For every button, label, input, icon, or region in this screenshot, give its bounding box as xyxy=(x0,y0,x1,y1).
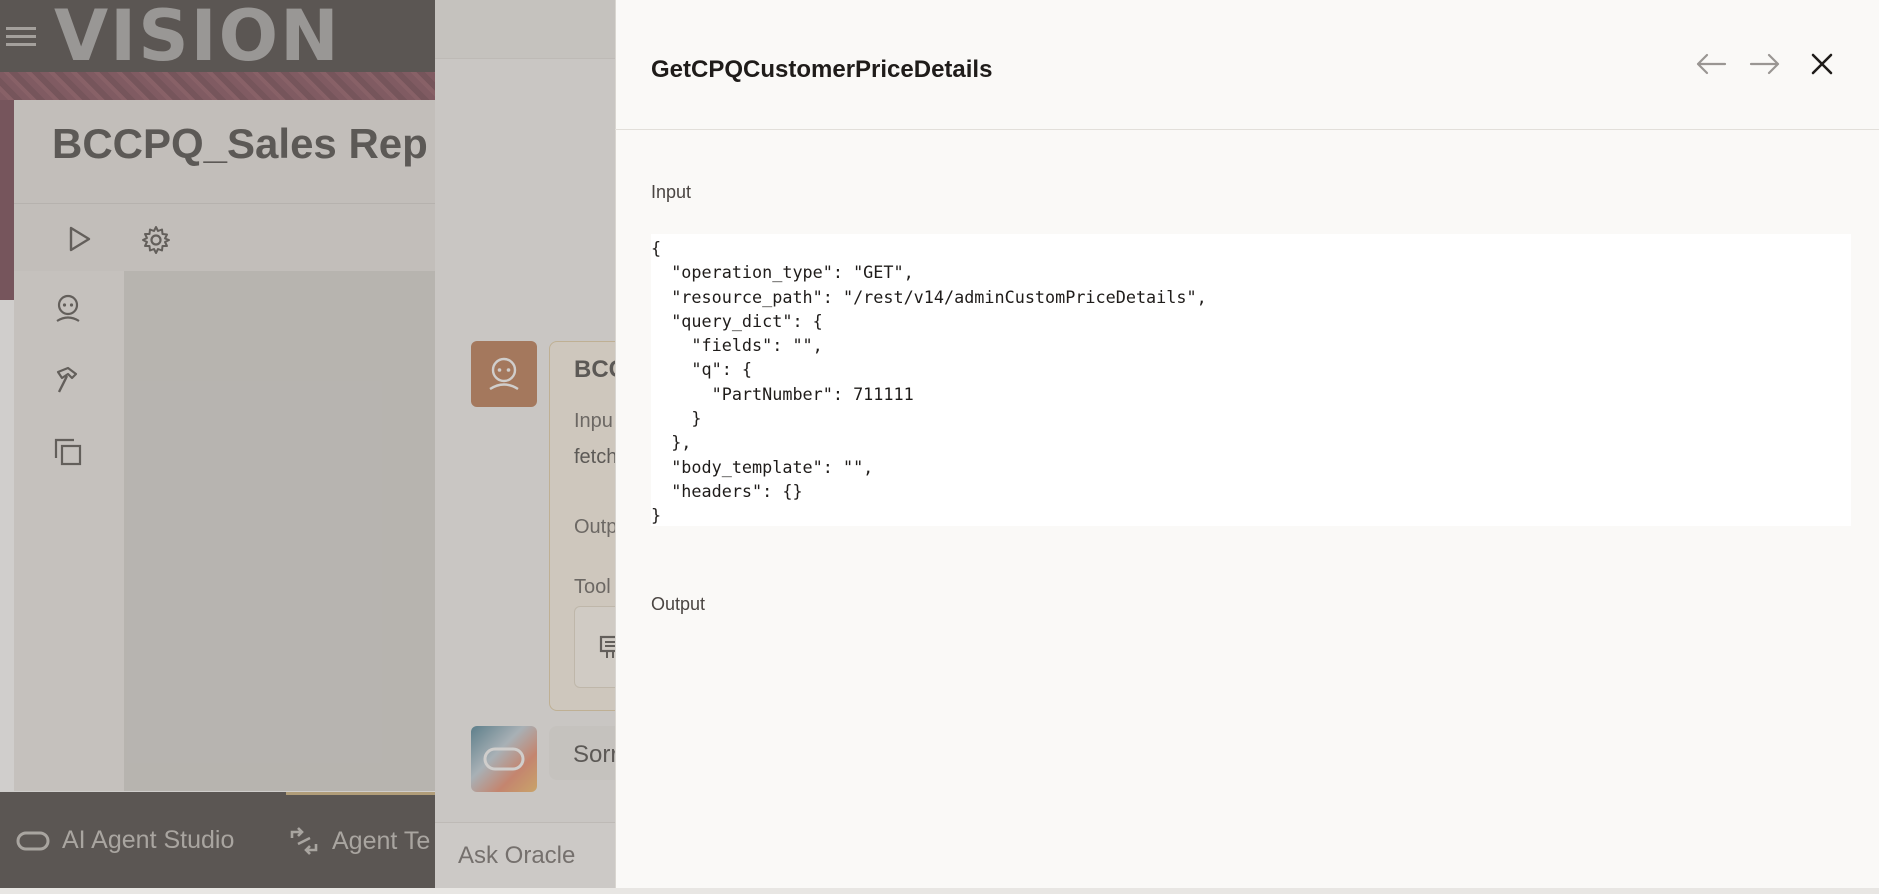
close-icon[interactable] xyxy=(1806,48,1838,80)
modal-overlay[interactable] xyxy=(0,0,615,888)
input-code: { "operation_type": "GET", "resource_pat… xyxy=(651,238,1207,526)
arrow-left-icon[interactable] xyxy=(1694,50,1728,78)
arrow-right-icon[interactable] xyxy=(1748,50,1782,78)
window-bottom-edge xyxy=(0,888,1879,894)
drawer-title: GetCPQCustomerPriceDetails xyxy=(651,56,993,83)
input-section-label: Input xyxy=(651,182,692,202)
input-code-block: { "operation_type": "GET", "resource_pat… xyxy=(651,234,1851,526)
output-section-label: Output xyxy=(651,594,706,614)
